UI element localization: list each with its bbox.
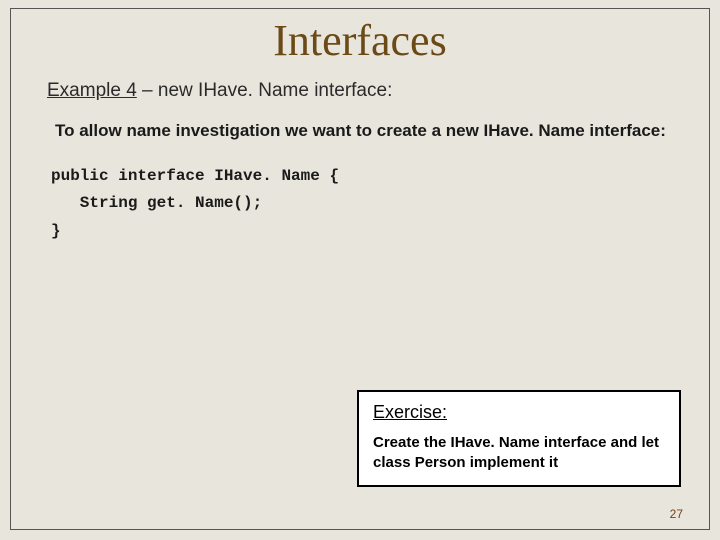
exercise-box: Exercise: Create the IHave. Name interfa… bbox=[357, 390, 681, 488]
slide: Interfaces Example 4 – new IHave. Name i… bbox=[0, 0, 720, 540]
description-text: To allow name investigation we want to c… bbox=[55, 120, 669, 141]
code-block: public interface IHave. Name { String ge… bbox=[51, 163, 673, 245]
slide-title: Interfaces bbox=[47, 15, 673, 66]
exercise-body: Create the IHave. Name interface and let… bbox=[373, 433, 665, 474]
exercise-title: Exercise: bbox=[373, 402, 665, 423]
page-number: 27 bbox=[670, 507, 683, 521]
example-heading: Example 4 – new IHave. Name interface: bbox=[47, 80, 673, 102]
example-label: Example 4 bbox=[47, 80, 137, 101]
code-line: String get. Name(); bbox=[51, 190, 673, 217]
code-line: public interface IHave. Name { bbox=[51, 163, 673, 190]
code-line: } bbox=[51, 218, 673, 245]
example-rest: – new IHave. Name interface: bbox=[137, 80, 393, 101]
slide-inner: Interfaces Example 4 – new IHave. Name i… bbox=[10, 8, 710, 530]
